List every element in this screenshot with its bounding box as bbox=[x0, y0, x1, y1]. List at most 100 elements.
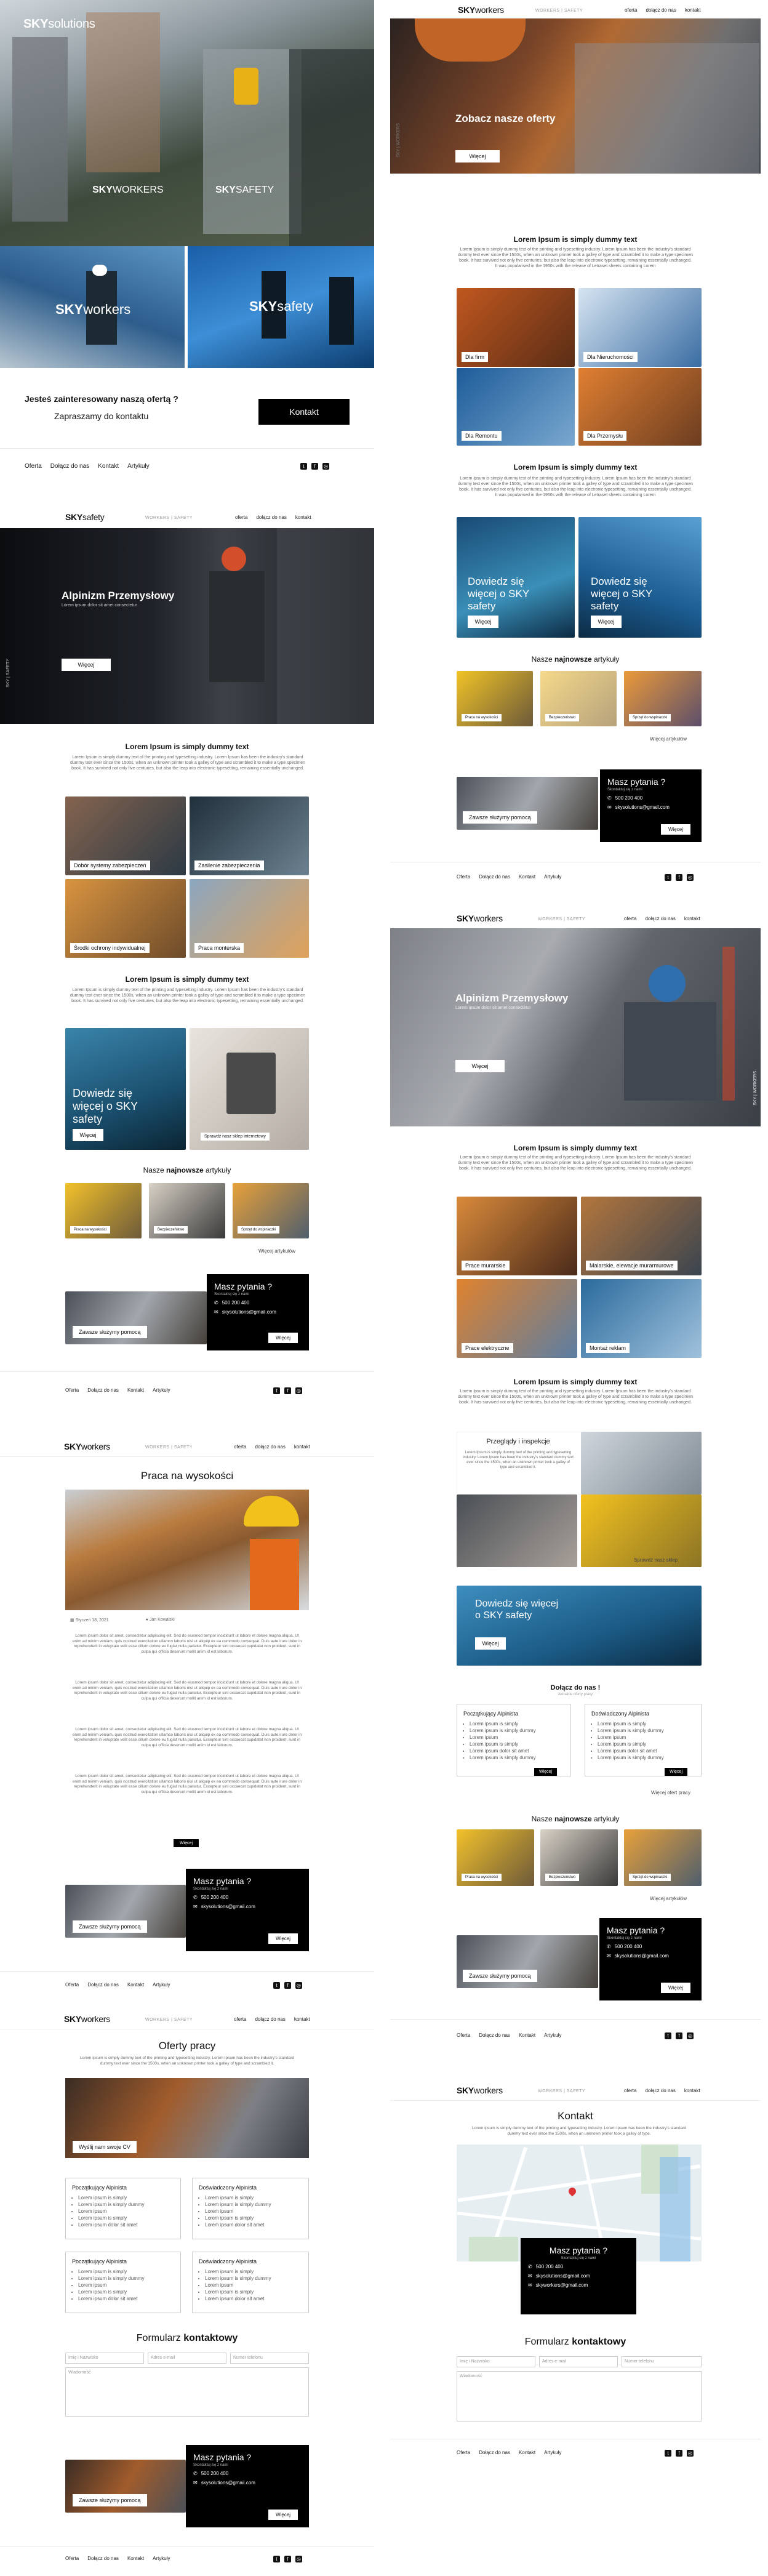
nav-kontakt[interactable]: kontakt bbox=[685, 7, 701, 13]
footer-link-oferta[interactable]: Oferta bbox=[457, 2032, 470, 2038]
p3-promo-button[interactable]: Więcej bbox=[73, 1129, 103, 1141]
instagram-icon[interactable]: ◎ bbox=[322, 463, 329, 470]
footer-link-join[interactable]: Dołącz do nas bbox=[479, 874, 510, 880]
nav-oferta[interactable]: oferta bbox=[624, 916, 636, 921]
p2-card-4[interactable]: Dla Przemysłu bbox=[578, 368, 702, 446]
p7-name-field[interactable]: Imię i Nazwisko bbox=[457, 2356, 535, 2367]
question-button[interactable]: Więcej bbox=[268, 1333, 298, 1343]
p3-article-2[interactable]: Bezpieczeństwo bbox=[149, 1183, 225, 1238]
instagram-icon[interactable]: ◎ bbox=[687, 874, 694, 881]
footer-link-join[interactable]: Dołącz do nas bbox=[87, 1387, 119, 1393]
p6-job-card-1[interactable]: Początkujący Alpinista Lorem ipsum is si… bbox=[65, 2178, 181, 2239]
p3-card-2[interactable]: Zasilenie zabezpieczenia bbox=[190, 796, 309, 875]
nav-oferta[interactable]: oferta bbox=[624, 2088, 636, 2093]
instagram-icon[interactable]: ◎ bbox=[687, 2450, 694, 2457]
footer-link-contact[interactable]: Kontakt bbox=[519, 2450, 535, 2455]
p2-contact-button[interactable]: Zawsze służymy pomocą bbox=[463, 811, 537, 824]
p4-promo-button[interactable]: Więcej bbox=[475, 1637, 506, 1650]
p4-job-2-button[interactable]: Więcej bbox=[665, 1768, 688, 1776]
p2-article-3[interactable]: Sprzęt do wspinaczki bbox=[624, 671, 702, 726]
twitter-icon[interactable]: t bbox=[273, 1982, 280, 1989]
p6-message-field[interactable]: Wiadomość bbox=[65, 2367, 309, 2417]
twitter-icon[interactable]: t bbox=[665, 874, 671, 881]
p6-contact-button[interactable]: Zawsze służymy pomocą bbox=[73, 2494, 147, 2506]
twitter-icon[interactable]: t bbox=[300, 463, 307, 470]
footer-link-join[interactable]: Dołącz do nas bbox=[87, 2556, 119, 2561]
p1-contact-button[interactable]: Kontakt bbox=[258, 399, 350, 425]
footer-link-contact[interactable]: Kontakt bbox=[98, 463, 119, 470]
p2-logo[interactable]: SKYworkers bbox=[458, 5, 504, 15]
facebook-icon[interactable]: f bbox=[676, 2450, 682, 2457]
p3-article-1[interactable]: Praca na wysokości bbox=[65, 1183, 142, 1238]
nav-join[interactable]: dołącz do nas bbox=[646, 7, 676, 13]
p2-hero-button[interactable]: Więcej bbox=[455, 150, 500, 163]
p3-more-articles[interactable]: Więcej artykułów bbox=[258, 1248, 295, 1254]
p1-tile-workers[interactable]: SKYWORKERS bbox=[92, 185, 164, 196]
footer-link-oferta[interactable]: Oferta bbox=[25, 463, 42, 470]
nav-join[interactable]: dołącz do nas bbox=[645, 916, 675, 921]
facebook-icon[interactable]: f bbox=[311, 463, 318, 470]
p6-logo[interactable]: SKYworkers bbox=[64, 2014, 110, 2024]
p4-shop-link[interactable]: Sprawdź nasz sklep bbox=[634, 1557, 678, 1563]
footer-link-articles[interactable]: Artykuły bbox=[544, 2450, 561, 2455]
footer-link-oferta[interactable]: Oferta bbox=[457, 2450, 470, 2455]
p1-image-safety[interactable]: SKYsafety bbox=[188, 246, 374, 368]
twitter-icon[interactable]: t bbox=[665, 2450, 671, 2457]
p2-promo-1-button[interactable]: Więcej bbox=[468, 616, 498, 628]
footer-link-join[interactable]: Dołącz do nas bbox=[87, 1982, 119, 1988]
p4-contact-button[interactable]: Zawsze służymy pomocą bbox=[463, 1970, 537, 1982]
p4-card-3[interactable]: Prace elektryczne bbox=[457, 1279, 577, 1358]
p4-article-3[interactable]: Sprzęt do wspinaczki bbox=[624, 1829, 702, 1886]
footer-link-articles[interactable]: Artykuły bbox=[127, 463, 150, 470]
p2-article-1[interactable]: Praca na wysokości bbox=[457, 671, 533, 726]
facebook-icon[interactable]: f bbox=[284, 2556, 291, 2562]
p4-article-1[interactable]: Praca na wysokości bbox=[457, 1829, 534, 1886]
p6-email-field[interactable]: Adres e-mail bbox=[148, 2353, 226, 2364]
nav-join[interactable]: dołącz do nas bbox=[645, 2088, 675, 2093]
p3-hero-button[interactable]: Więcej bbox=[62, 659, 111, 671]
p7-email-field[interactable]: Adres e-mail bbox=[539, 2356, 618, 2367]
nav-kontakt[interactable]: kontakt bbox=[684, 2088, 700, 2093]
p6-cv-button[interactable]: Wyślij nam swoje CV bbox=[73, 2141, 137, 2153]
twitter-icon[interactable]: t bbox=[273, 2556, 280, 2562]
instagram-icon[interactable]: ◎ bbox=[295, 1387, 302, 1394]
facebook-icon[interactable]: f bbox=[284, 1387, 291, 1394]
p3-contact-button[interactable]: Zawsze służymy pomocą bbox=[73, 1326, 147, 1338]
footer-link-contact[interactable]: Kontakt bbox=[519, 874, 535, 880]
instagram-icon[interactable]: ◎ bbox=[687, 2032, 694, 2039]
nav-join[interactable]: dołącz do nas bbox=[255, 2016, 285, 2022]
question-button[interactable]: Więcej bbox=[660, 824, 690, 835]
footer-link-contact[interactable]: Kontakt bbox=[127, 1387, 144, 1393]
twitter-icon[interactable]: t bbox=[273, 1387, 280, 1394]
p4-more-jobs[interactable]: Więcej ofert pracy bbox=[651, 1790, 690, 1796]
p4-article-2[interactable]: Bezpieczeństwo bbox=[540, 1829, 618, 1886]
p4-job-card-1[interactable]: Początkujący Alpinista Lorem ipsum is si… bbox=[457, 1704, 571, 1776]
p1-tile-safety[interactable]: SKYSAFETY bbox=[215, 185, 274, 196]
nav-join[interactable]: dołącz do nas bbox=[256, 515, 286, 520]
facebook-icon[interactable]: f bbox=[284, 1982, 291, 1989]
p3-shop-label[interactable]: Sprawdź nasz sklep internetowy bbox=[201, 1133, 270, 1141]
p6-job-card-2[interactable]: Doświadczony Alpinista Lorem ipsum is si… bbox=[192, 2178, 309, 2239]
p6-job-card-3[interactable]: Początkujący Alpinista Lorem ipsum is si… bbox=[65, 2252, 181, 2313]
footer-link-oferta[interactable]: Oferta bbox=[65, 1387, 79, 1393]
p2-card-1[interactable]: Dla firm bbox=[457, 288, 575, 367]
p4-card-2[interactable]: Malarskie, elewacje murarmurowe bbox=[581, 1197, 702, 1275]
p2-card-3[interactable]: Dla Remontu bbox=[457, 368, 575, 446]
p4-job-card-2[interactable]: Doświadczony Alpinista Lorem ipsum is si… bbox=[585, 1704, 702, 1776]
question-button[interactable]: Więcej bbox=[660, 1983, 690, 1993]
footer-link-contact[interactable]: Kontakt bbox=[127, 1982, 144, 1988]
instagram-icon[interactable]: ◎ bbox=[295, 2556, 302, 2562]
footer-link-articles[interactable]: Artykuły bbox=[153, 1982, 170, 1988]
nav-oferta[interactable]: oferta bbox=[234, 2016, 246, 2022]
p7-message-field[interactable]: Wiadomość bbox=[457, 2371, 702, 2422]
nav-oferta[interactable]: oferta bbox=[625, 7, 637, 13]
question-button[interactable]: Więcej bbox=[268, 1933, 298, 1944]
p6-phone-field[interactable]: Numer telefonu bbox=[230, 2353, 309, 2364]
footer-link-join[interactable]: Dołącz do nas bbox=[479, 2450, 510, 2455]
p3-card-1[interactable]: Dobór systemy zabezpieczeń bbox=[65, 796, 186, 875]
footer-link-contact[interactable]: Kontakt bbox=[127, 2556, 144, 2561]
nav-kontakt[interactable]: kontakt bbox=[294, 2016, 310, 2022]
footer-link-oferta[interactable]: Oferta bbox=[65, 2556, 79, 2561]
footer-link-oferta[interactable]: Oferta bbox=[457, 874, 470, 880]
footer-link-articles[interactable]: Artykuły bbox=[153, 1387, 170, 1393]
